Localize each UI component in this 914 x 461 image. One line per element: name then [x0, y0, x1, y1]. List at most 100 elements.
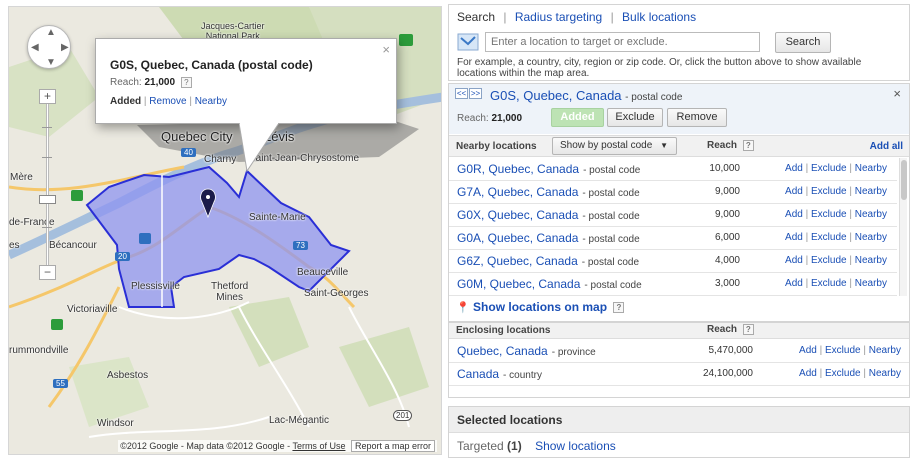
add-link[interactable]: Add	[799, 345, 817, 356]
add-link[interactable]: Add	[785, 278, 803, 289]
add-link[interactable]: Add	[785, 186, 803, 197]
location-name[interactable]: G0M, Quebec, Canada	[457, 277, 580, 291]
exclude-link[interactable]: Exclude	[811, 255, 847, 266]
nearby-link[interactable]: Nearby	[855, 232, 887, 243]
search-button[interactable]: Search	[775, 32, 831, 53]
park-icon	[139, 233, 151, 244]
reach-label: Reach:	[457, 113, 489, 124]
separator: |	[863, 345, 866, 356]
help-icon[interactable]: ?	[742, 140, 754, 151]
location-name-link[interactable]: G0A, Quebec, Canada - postal code	[457, 231, 640, 245]
exclude-link[interactable]: Exclude	[811, 209, 847, 220]
location-name[interactable]: G0A, Quebec, Canada	[457, 231, 578, 245]
map-view[interactable]: Jacques-Cartier National Park Quebec Cit…	[8, 6, 442, 455]
report-map-error-button[interactable]: Report a map error	[350, 440, 435, 452]
nearby-link[interactable]: Nearby	[855, 209, 887, 220]
separator: |	[805, 278, 809, 289]
highway-shield-20: 20	[115, 252, 130, 261]
location-nav: << >>	[455, 87, 483, 99]
search-hint: For example, a country, city, region or …	[457, 57, 862, 79]
add-link[interactable]: Add	[785, 163, 803, 174]
location-name[interactable]: G0R, Quebec, Canada	[457, 162, 579, 176]
show-by-dropdown[interactable]: Show by postal code ▼	[552, 137, 677, 155]
exclude-link[interactable]: Exclude	[825, 345, 861, 356]
location-name-link[interactable]: G6Z, Quebec, Canada - postal code	[457, 254, 639, 268]
exclude-link[interactable]: Exclude	[825, 368, 861, 379]
help-icon[interactable]: ?	[742, 324, 754, 335]
scrollbar-thumb[interactable]	[901, 160, 907, 200]
next-location-button[interactable]: >>	[469, 88, 482, 99]
location-name[interactable]: G0X, Quebec, Canada	[457, 208, 578, 222]
tab-bulk-locations[interactable]: Bulk locations	[622, 10, 696, 24]
location-name-link[interactable]: G0M, Quebec, Canada - postal code	[457, 277, 642, 291]
info-window-close-icon[interactable]: ×	[382, 42, 390, 57]
add-all-link[interactable]: Add all	[870, 141, 903, 152]
pan-right-icon[interactable]: ▶	[61, 42, 69, 53]
add-link[interactable]: Add	[785, 209, 803, 220]
nearby-list-scrollbar[interactable]	[899, 158, 907, 296]
separator: |	[849, 278, 852, 289]
terms-of-use-link[interactable]: Terms of Use	[292, 441, 345, 451]
chevron-down-icon: ▼	[660, 141, 668, 150]
prev-location-button[interactable]: <<	[455, 88, 468, 99]
location-search-input[interactable]	[485, 32, 760, 52]
pan-up-icon[interactable]: ▲	[46, 27, 56, 38]
info-window-remove-link[interactable]: Remove	[149, 96, 186, 107]
help-icon[interactable]: ?	[613, 302, 625, 314]
search-box: Search | Radius targeting | Bulk locatio…	[448, 4, 910, 81]
reach-column-header: Reach ?	[707, 140, 754, 151]
location-name[interactable]: G7A, Quebec, Canada	[457, 185, 578, 199]
nearby-link[interactable]: Nearby	[855, 186, 887, 197]
location-name-link[interactable]: Canada - country	[457, 367, 542, 381]
zoom-slider-track[interactable]	[46, 93, 49, 273]
remove-button[interactable]: Remove	[667, 108, 727, 127]
help-icon[interactable]: ?	[180, 77, 192, 88]
list-item: Canada - country 24,100,000 Add | Exclude |…	[449, 363, 909, 386]
info-window-nearby-link[interactable]: Nearby	[195, 96, 227, 107]
location-name[interactable]: G6Z, Quebec, Canada	[457, 254, 578, 268]
nearby-link[interactable]: Nearby	[869, 368, 901, 379]
close-icon[interactable]: ×	[893, 86, 901, 101]
enclosing-locations-title: Enclosing locations	[456, 325, 551, 336]
exclude-link[interactable]: Exclude	[811, 163, 847, 174]
nearby-link[interactable]: Nearby	[855, 163, 887, 174]
location-name-link[interactable]: Quebec, Canada - province	[457, 344, 596, 358]
exclude-link[interactable]: Exclude	[811, 186, 847, 197]
selected-location-name[interactable]: G0S, Quebec, Canada	[490, 88, 622, 103]
list-item: G0A, Quebec, Canada - postal code 6,000 Add…	[449, 227, 897, 250]
exclude-link[interactable]: Exclude	[811, 278, 847, 289]
location-name[interactable]: Quebec, Canada	[457, 344, 548, 358]
park-icon	[71, 190, 83, 201]
nearby-link[interactable]: Nearby	[855, 278, 887, 289]
location-name-link[interactable]: G0X, Quebec, Canada - postal code	[457, 208, 640, 222]
map-label-es: es	[9, 240, 20, 251]
show-locations-link[interactable]: Show locations	[535, 439, 616, 453]
tab-search[interactable]: Search	[457, 10, 495, 24]
location-name-link[interactable]: G0R, Quebec, Canada - postal code	[457, 162, 640, 176]
nearby-link[interactable]: Nearby	[869, 345, 901, 356]
zoom-in-button[interactable]: +	[39, 89, 56, 104]
nearby-locations-header: Nearby locations Show by postal code ▼ R…	[449, 135, 909, 157]
pan-down-icon[interactable]: ▼	[46, 57, 56, 68]
show-locations-on-map-link[interactable]: 📍 Show locations on map ?	[456, 300, 625, 314]
highway-shield-73: 73	[293, 241, 308, 250]
nearby-locations-title: Nearby locations	[456, 141, 537, 152]
location-name[interactable]: Canada	[457, 367, 499, 381]
map-label-mere: Mère	[10, 172, 33, 183]
list-item: G7A, Quebec, Canada - postal code 9,000 Add…	[449, 181, 897, 204]
add-link[interactable]: Add	[799, 368, 817, 379]
zoom-out-button[interactable]: −	[39, 265, 56, 280]
zoom-slider-handle[interactable]	[39, 195, 56, 204]
separator: |	[849, 186, 852, 197]
map-pan-control[interactable]: ▲ ▼ ◀ ▶	[27, 25, 71, 69]
add-link[interactable]: Add	[785, 255, 803, 266]
add-link[interactable]: Add	[785, 232, 803, 243]
exclude-button[interactable]: Exclude	[607, 108, 663, 127]
tab-radius-targeting[interactable]: Radius targeting	[515, 10, 602, 24]
exclude-link[interactable]: Exclude	[811, 232, 847, 243]
location-name-link[interactable]: G7A, Quebec, Canada - postal code	[457, 185, 640, 199]
pan-left-icon[interactable]: ◀	[31, 42, 39, 53]
added-button[interactable]: Added	[551, 108, 604, 127]
map-pin-icon	[457, 33, 479, 51]
nearby-link[interactable]: Nearby	[855, 255, 887, 266]
